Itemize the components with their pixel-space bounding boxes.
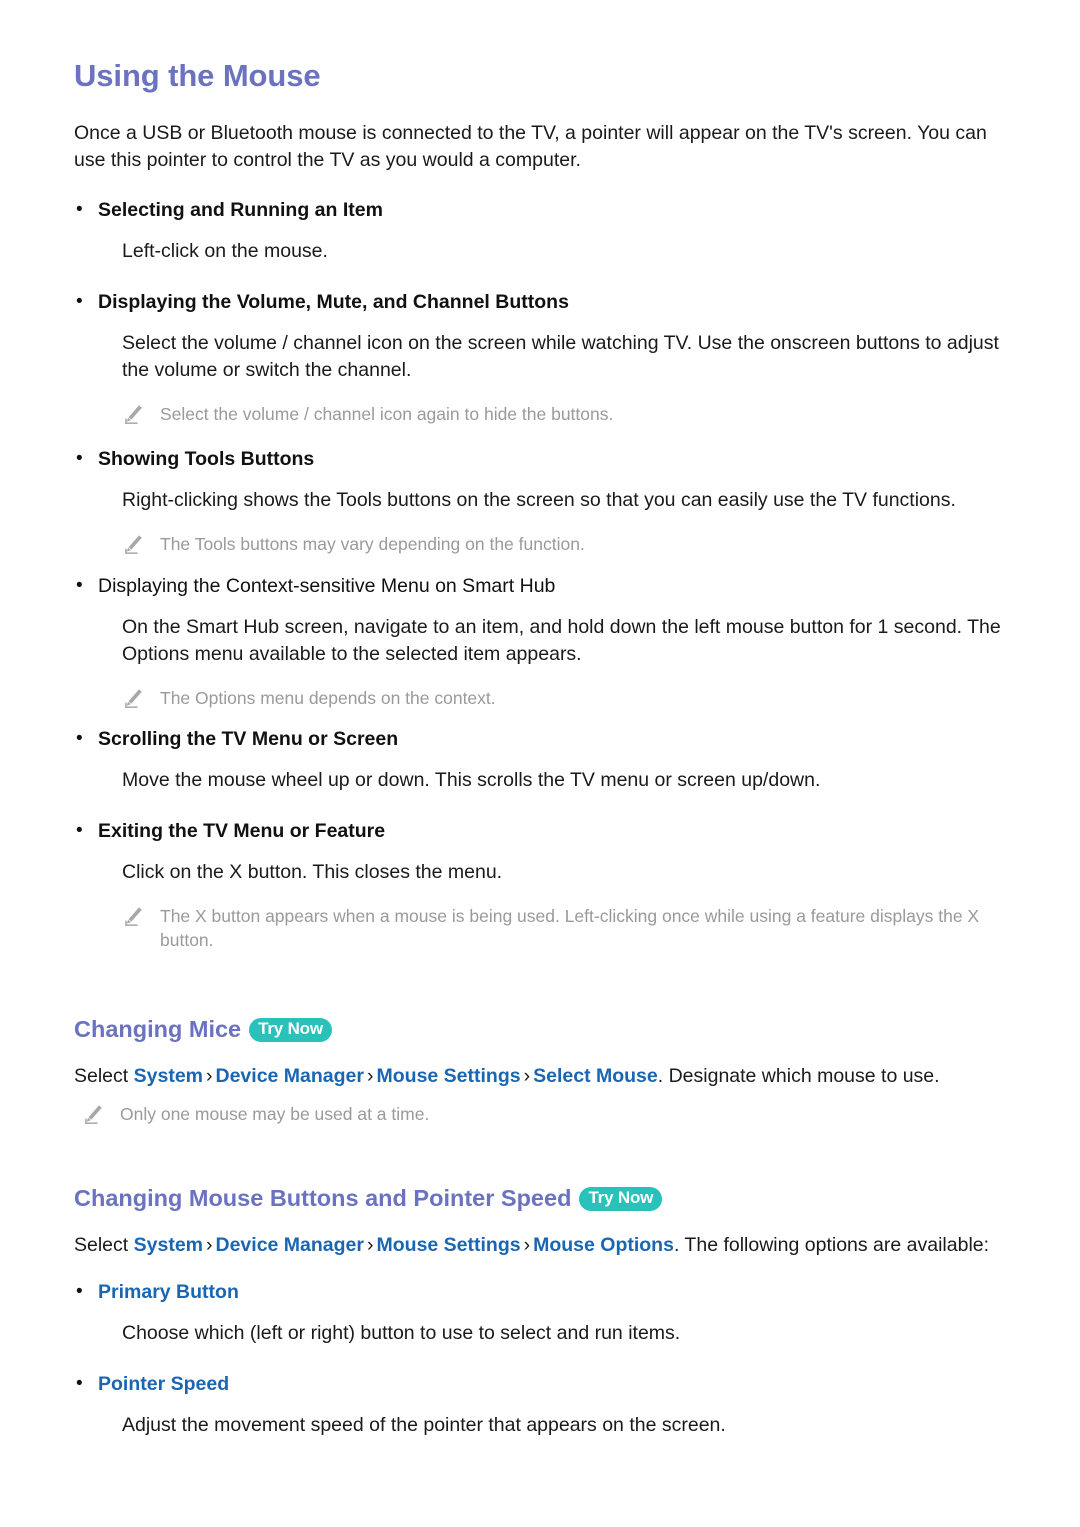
menu-path-prefix: Select	[74, 1064, 129, 1087]
menu-item-device-manager[interactable]: Device Manager	[216, 1234, 365, 1256]
menu-separator-icon: ›	[523, 1064, 531, 1087]
menu-path-select-mouse: Select System › Device Manager › Mouse Setti…	[74, 1063, 1020, 1090]
list-item: • Displaying the Volume, Mute, and Chann…	[74, 289, 1020, 316]
list-item-body: Left-click on the mouse.	[122, 240, 328, 263]
list-item-body: Select the volume / channel icon on the …	[122, 332, 999, 382]
list-item-label: Showing Tools Buttons	[98, 448, 315, 471]
bullet-icon: •	[76, 728, 83, 750]
pencil-icon	[122, 688, 160, 713]
option-body-pointer-speed: Adjust the movement speed of the pointer…	[122, 1414, 726, 1437]
note-row: The Tools buttons may vary depending on …	[122, 532, 1020, 557]
list-item-body: Move the mouse wheel up or down. This sc…	[122, 768, 821, 791]
list-item: • Scrolling the TV Menu or Screen	[74, 726, 1020, 753]
section-heading-changing-mice: Changing Mice Try Now	[74, 1015, 1020, 1043]
menu-separator-icon: ›	[206, 1234, 213, 1257]
note-text: The Options menu depends on the context.	[160, 687, 496, 708]
list-item-label: Selecting and Running an Item	[98, 199, 383, 222]
bullet-icon: •	[76, 1281, 83, 1303]
list-item-label: Displaying the Context-sensitive Menu on…	[98, 574, 556, 597]
menu-path-prefix: Select	[74, 1234, 129, 1257]
menu-separator-icon: ›	[523, 1234, 531, 1257]
try-now-badge[interactable]: Try Now	[579, 1187, 663, 1212]
note-row: Select the volume / channel icon again t…	[122, 402, 1020, 427]
list-item-body: On the Smart Hub screen, navigate to an …	[122, 615, 1001, 665]
note-text: Select the volume / channel icon again t…	[160, 403, 614, 424]
note-text: The X button appears when a mouse is bei…	[160, 905, 980, 951]
option-label-primary-button[interactable]: Primary Button	[98, 1279, 239, 1306]
list-item-body: Right-clicking shows the Tools buttons o…	[122, 489, 956, 512]
bullet-icon: •	[76, 199, 83, 221]
bullet-icon: •	[76, 448, 83, 470]
section-title-text: Changing Mice	[74, 1015, 242, 1042]
list-item: • Pointer Speed	[74, 1371, 1020, 1398]
list-item-label: Exiting the TV Menu or Feature	[98, 819, 386, 842]
menu-separator-icon: ›	[367, 1234, 374, 1257]
note-row: Only one mouse may be used at a time.	[82, 1102, 1020, 1127]
list-item: • Exiting the TV Menu or Feature	[74, 818, 1020, 845]
option-label-pointer-speed[interactable]: Pointer Speed	[98, 1371, 229, 1398]
list-item: • Showing Tools Buttons	[74, 446, 1020, 473]
menu-separator-icon: ›	[367, 1064, 374, 1087]
document-page: Using the Mouse Once a USB or Bluetooth …	[0, 0, 1080, 1527]
pencil-icon	[122, 907, 160, 931]
note-text: The Tools buttons may vary depending on …	[160, 534, 585, 555]
menu-path-suffix: . The following options are available:	[673, 1234, 990, 1257]
note-row: The Options menu depends on the context.	[122, 686, 1020, 711]
option-body-primary-button: Choose which (left or right) button to u…	[122, 1322, 681, 1345]
try-now-badge[interactable]: Try Now	[249, 1017, 332, 1042]
pencil-icon	[82, 1105, 120, 1129]
section-title-text: Changing Mouse Buttons and Pointer Speed	[74, 1185, 572, 1212]
menu-separator-icon: ›	[206, 1064, 213, 1087]
list-item: • Primary Button	[74, 1279, 1020, 1306]
list-item-label: Displaying the Volume, Mute, and Channel…	[98, 291, 569, 314]
menu-path-mouse-options: Select System › Device Manager › Mouse Setti…	[74, 1232, 1020, 1259]
bullet-icon: •	[76, 574, 83, 596]
page-title: Using the Mouse	[74, 58, 321, 93]
menu-item-system[interactable]: System	[134, 1234, 203, 1256]
menu-item-mouse-settings[interactable]: Mouse Settings	[377, 1065, 521, 1087]
section-heading-changing-mouse-buttons: Changing Mouse Buttons and Pointer Speed…	[74, 1184, 1020, 1212]
menu-item-mouse-options[interactable]: Mouse Options	[533, 1234, 674, 1256]
bullet-icon: •	[76, 819, 83, 841]
list-item: • Displaying the Context-sensitive Menu …	[74, 573, 1020, 600]
list-item-body: Click on the X button. This closes the m…	[122, 860, 503, 883]
menu-item-device-manager[interactable]: Device Manager	[216, 1065, 365, 1087]
document-content: Using the Mouse Once a USB or Bluetooth …	[74, 58, 1020, 1439]
pencil-icon	[122, 405, 160, 429]
list-item-label: Scrolling the TV Menu or Screen	[98, 728, 399, 751]
menu-item-system[interactable]: System	[134, 1065, 203, 1087]
pencil-icon	[122, 535, 160, 559]
intro-paragraph: Once a USB or Bluetooth mouse is connect…	[74, 121, 987, 171]
note-row: The X button appears when a mouse is bei…	[122, 904, 1020, 953]
list-item: • Selecting and Running an Item	[74, 197, 1020, 224]
bullet-icon: •	[76, 1373, 83, 1395]
menu-path-suffix: . Designate which mouse to use.	[657, 1064, 940, 1087]
note-text: Only one mouse may be used at a time.	[120, 1103, 430, 1124]
menu-item-mouse-settings[interactable]: Mouse Settings	[377, 1234, 521, 1256]
menu-item-select-mouse[interactable]: Select Mouse	[533, 1065, 658, 1087]
bullet-icon: •	[76, 291, 83, 313]
